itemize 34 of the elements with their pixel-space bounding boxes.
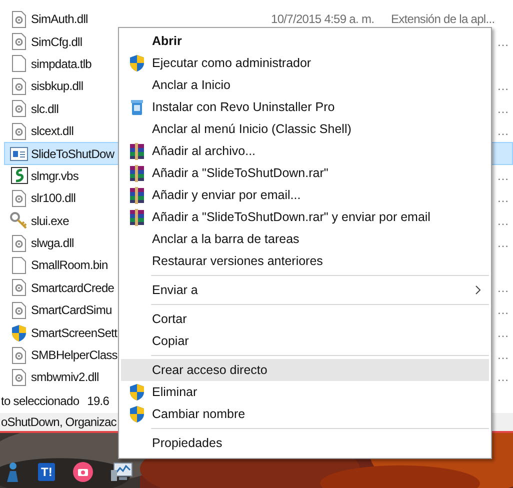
file-type: … [497, 303, 509, 318]
file-name: SimAuth.dll [31, 12, 88, 26]
file-type: … [497, 168, 509, 183]
file-name: SmallRoom.bin [31, 258, 108, 272]
file-name: SMBHelperClass [31, 348, 118, 362]
file-type: … [497, 326, 509, 340]
file-type: … [497, 34, 509, 49]
file-name: slmgr.vbs [31, 168, 79, 183]
file-name: SmartcardCrede [31, 280, 114, 295]
selection-size: 19.6 [87, 394, 110, 408]
file-type: … [497, 236, 509, 250]
file-name: SmartScreenSett [31, 326, 118, 340]
file-name: slui.exe [31, 214, 69, 228]
file-date: 10/7/2015 4:59 a. m. [271, 12, 376, 26]
file-name: simpdata.tlb [31, 56, 92, 71]
file-name: SlideToShutDow [31, 146, 114, 161]
file-type: … [497, 124, 509, 138]
file-name: slr100.dll [31, 191, 76, 206]
file-name: smbwmiv2.dll [31, 370, 99, 384]
file-type: … [497, 79, 509, 94]
file-type: … [497, 191, 509, 206]
file-type: … [497, 214, 509, 228]
file-type: … [497, 280, 509, 295]
file-name: slc.dll [31, 102, 59, 116]
file-type: … [497, 102, 509, 116]
file-name: slcext.dll [31, 124, 74, 138]
file-type: … [497, 348, 509, 362]
file-name: sisbkup.dll [31, 79, 84, 94]
file-type: Extensión de la apl... [391, 12, 495, 26]
file-name: SimCfg.dll [31, 34, 82, 49]
file-name: slwga.dll [31, 236, 74, 250]
file-type: … [497, 370, 509, 384]
file-name: SmartCardSimu [31, 303, 112, 318]
selection-status: to seleccionado [1, 394, 80, 408]
